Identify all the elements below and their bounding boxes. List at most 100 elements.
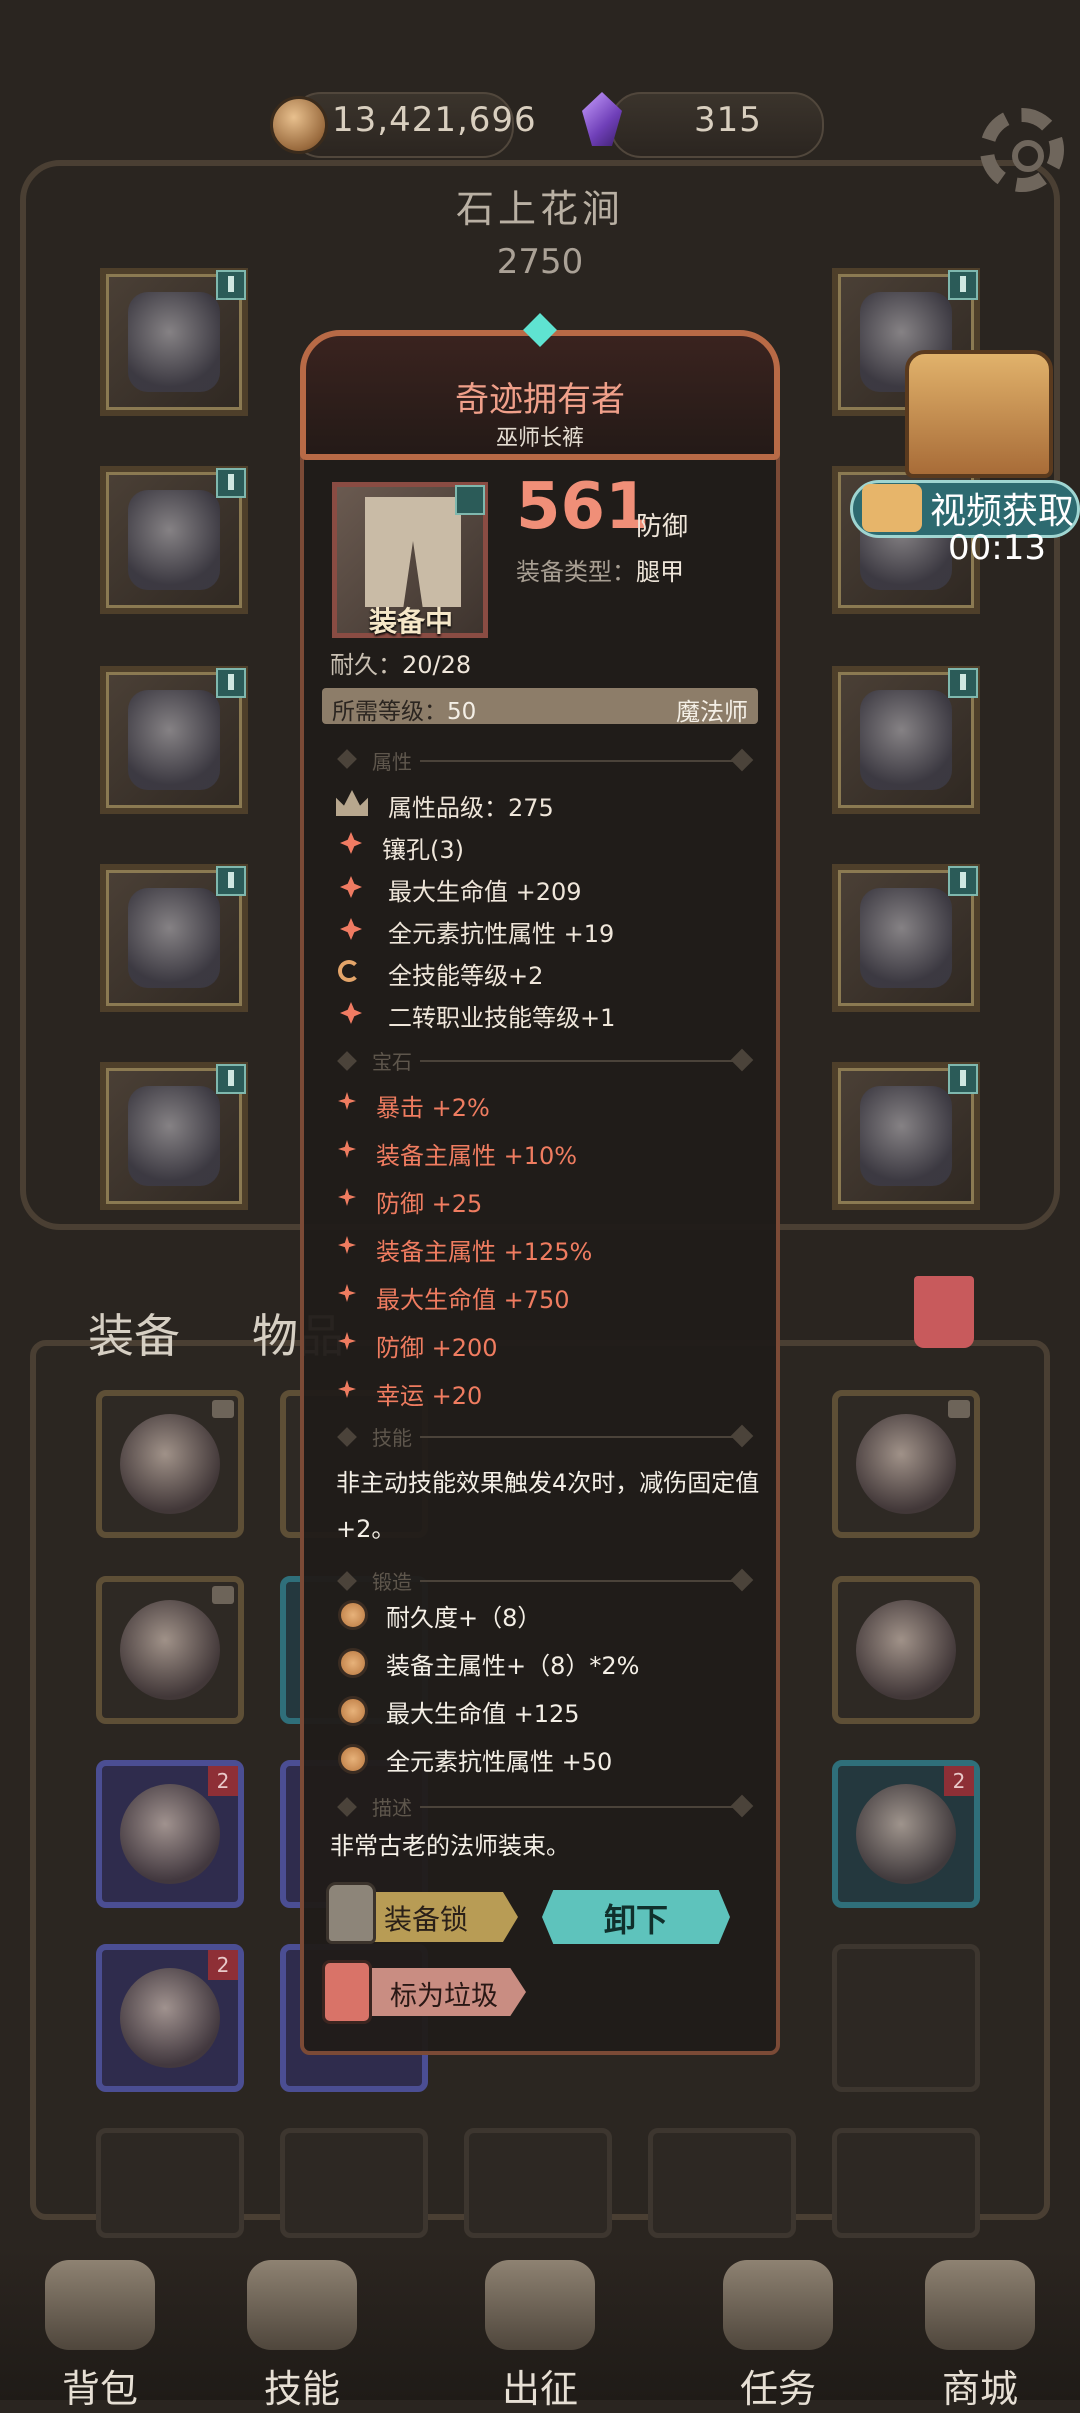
inventory-slot-empty[interactable]: [280, 2128, 428, 2238]
nav-label: 商城: [941, 2367, 1018, 2411]
crown-shop-icon: [925, 2260, 1035, 2350]
skill-effect-text: 非主动技能效果触发4次时，减伤固定值+2。: [336, 1469, 760, 1543]
item-name: 奇迹拥有者: [455, 380, 625, 420]
equip-slot-pants[interactable]: [100, 864, 248, 1012]
gold-coin-icon: [270, 96, 328, 154]
item-art: [856, 1600, 956, 1700]
forge-line: 最大生命值 +125: [386, 1700, 580, 1728]
forge-dot-icon: [338, 1744, 368, 1774]
nav-skills[interactable]: 技能: [212, 2260, 392, 2413]
durability-label: 耐久：: [330, 651, 402, 679]
mark-junk-label: 标为垃圾: [390, 1981, 498, 2012]
lock-icon: [212, 1400, 234, 1418]
rank-badge: 2: [208, 1766, 238, 1796]
nav-shop[interactable]: 商城: [890, 2260, 1070, 2413]
gem-line: 幸运 +20: [376, 1382, 483, 1410]
gem-line: 装备主属性 +125%: [376, 1238, 593, 1266]
defense-value: 561: [516, 470, 650, 544]
gem-line: 暴击 +2%: [376, 1094, 490, 1122]
attribute-line: 全元素抗性属性 +19: [388, 920, 615, 948]
required-level-value: 50: [447, 699, 477, 725]
pants-icon: [365, 497, 461, 607]
attribute-line: 镶孔(3): [382, 836, 464, 864]
equip-slot-helmet[interactable]: [100, 268, 248, 416]
gem-amount: 315: [694, 100, 762, 140]
equipment-lock-label: 装备锁: [384, 1903, 469, 1936]
trash-can-icon[interactable]: [914, 1276, 974, 1348]
inventory-slot[interactable]: [832, 1390, 980, 1538]
equip-slot-gloves[interactable]: [100, 666, 248, 814]
item-subtitle: 巫师长裤: [495, 426, 584, 451]
armor-art: [128, 490, 220, 590]
nav-label: 出征: [501, 2367, 578, 2411]
inventory-slot-empty[interactable]: [832, 2128, 980, 2238]
skill-book-icon: [247, 2260, 357, 2350]
equipped-tag-icon: [455, 485, 485, 515]
inventory-slot-empty[interactable]: [464, 2128, 612, 2238]
nav-quests[interactable]: 任务: [688, 2260, 868, 2413]
treasure-chest-icon[interactable]: [905, 350, 1053, 478]
tab-equipment[interactable]: 装备: [88, 1300, 180, 1366]
item-art: [856, 1414, 956, 1514]
padlock-icon: [326, 1882, 376, 1944]
backpack-icon: [45, 2260, 155, 2350]
weapon-art: [860, 888, 952, 988]
section-skills: 技能: [372, 1426, 412, 1450]
item-art: [856, 1784, 956, 1884]
inventory-slot-empty[interactable]: [648, 2128, 796, 2238]
section-forging: 锻造: [372, 1570, 412, 1594]
video-reward-timer: 00:13: [948, 528, 1046, 568]
gloves-art: [128, 690, 220, 790]
refresh-cycle-icon: [338, 960, 360, 982]
equipped-tag-icon: [216, 668, 246, 698]
inventory-slot[interactable]: [832, 1576, 980, 1724]
equipped-tag-icon: [948, 1064, 978, 1094]
forge-line: 装备主属性+（8）*2%: [386, 1652, 640, 1680]
lock-icon: [212, 1586, 234, 1604]
equipped-tag-icon: [216, 270, 246, 300]
gold-amount: 13,421,696: [332, 100, 537, 140]
location-name: 石上花涧: [455, 187, 624, 231]
item-art: [120, 1414, 220, 1514]
type-label: 装备类型：: [516, 558, 636, 586]
attribute-line: 最大生命值 +209: [388, 878, 582, 906]
required-class: 魔法师: [676, 698, 748, 726]
equip-slot-weapon[interactable]: [832, 864, 980, 1012]
divider: [420, 1060, 738, 1062]
equip-slot-armor[interactable]: [100, 466, 248, 614]
equipped-tag-icon: [948, 668, 978, 698]
attribute-line: 属性品级：275: [388, 794, 554, 822]
item-art: [120, 1784, 220, 1884]
equip-slot-offhand[interactable]: [832, 1062, 980, 1210]
gem-line: 防御 +200: [376, 1334, 498, 1362]
gem-line: 最大生命值 +750: [376, 1286, 570, 1314]
equip-slot-boots[interactable]: [100, 1062, 248, 1210]
item-art: [120, 1600, 220, 1700]
nav-label: 技能: [263, 2367, 340, 2411]
inventory-slot[interactable]: [96, 1390, 244, 1538]
nav-expedition[interactable]: 出征: [450, 2260, 630, 2413]
divider: [420, 1806, 738, 1808]
sword-map-icon: [485, 2260, 595, 2350]
nav-backpack[interactable]: 背包: [10, 2260, 190, 2413]
scroll-icon: [723, 2260, 833, 2350]
equipped-tag-icon: [216, 468, 246, 498]
item-description: 非常古老的法师装束。: [330, 1832, 570, 1860]
inventory-slot[interactable]: 2: [832, 1760, 980, 1908]
unequip-label: 卸下: [604, 1901, 669, 1939]
inventory-slot[interactable]: [96, 1576, 244, 1724]
section-description: 描述: [372, 1796, 412, 1820]
inventory-slot[interactable]: 2: [96, 1944, 244, 2092]
section-gems: 宝石: [372, 1050, 412, 1074]
attribute-line: 全技能等级+2: [388, 962, 544, 990]
forge-dot-icon: [338, 1648, 368, 1678]
inventory-slot-empty[interactable]: [832, 1944, 980, 2092]
rank-badge: 2: [944, 1766, 974, 1796]
attribute-line: 二转职业技能等级+1: [388, 1004, 616, 1032]
inventory-slot[interactable]: 2: [96, 1760, 244, 1908]
inventory-slot-empty[interactable]: [96, 2128, 244, 2238]
divider: [420, 1436, 738, 1438]
required-level: 所需等级：50: [332, 692, 476, 726]
forge-line: 全元素抗性属性 +50: [386, 1748, 613, 1776]
equip-slot-ring[interactable]: [832, 666, 980, 814]
